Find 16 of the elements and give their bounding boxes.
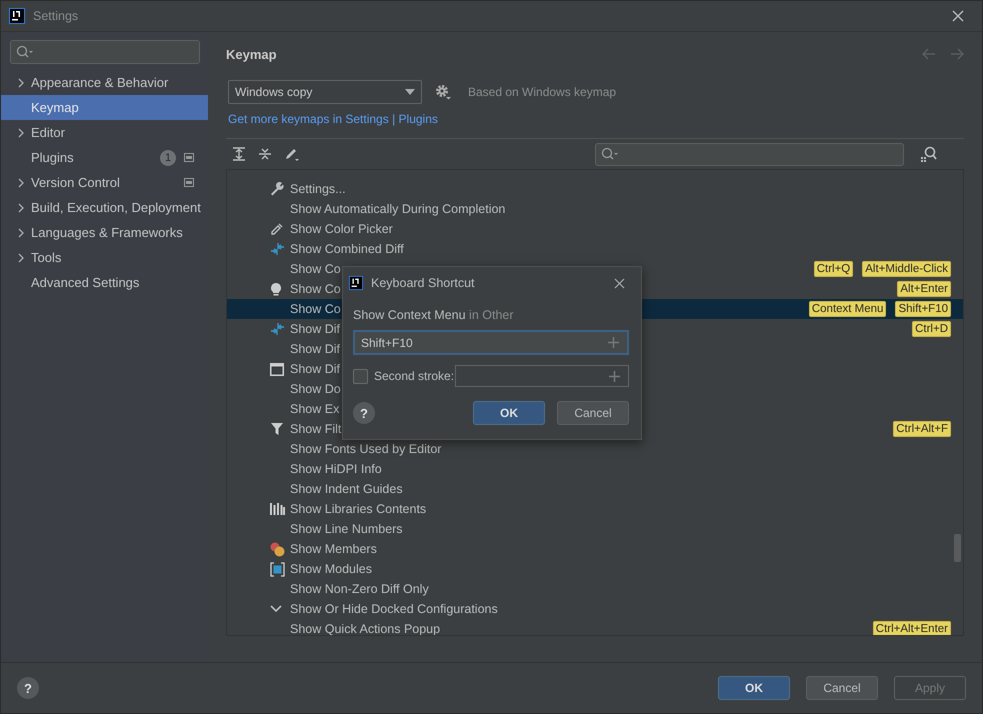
page-title: Keymap — [226, 46, 277, 62]
dialog-title: Keyboard Shortcut — [371, 276, 475, 290]
action-group: in Other — [469, 308, 514, 322]
shortcut-badge: Alt+Enter — [897, 281, 951, 297]
shortcut-badge: Context Menu — [808, 301, 886, 317]
shortcut-badge: Shift+F10 — [895, 301, 951, 317]
shortcut-badge: Ctrl+Q — [814, 261, 854, 277]
shortcut-badge: Ctrl+Alt+Enter — [872, 621, 951, 635]
action-name: Show Context Menu — [353, 308, 466, 322]
count-badge: 1 — [160, 150, 176, 166]
shortcut-badge: Ctrl+D — [912, 321, 951, 337]
second-stroke-label: Second stroke: — [374, 369, 454, 383]
window-title: Settings — [33, 9, 80, 23]
shortcut-badge: Alt+Middle-Click — [862, 261, 951, 277]
based-on-label: Based on Windows keymap — [468, 85, 616, 99]
shortcut-badge: Ctrl+Alt+F — [893, 421, 951, 437]
